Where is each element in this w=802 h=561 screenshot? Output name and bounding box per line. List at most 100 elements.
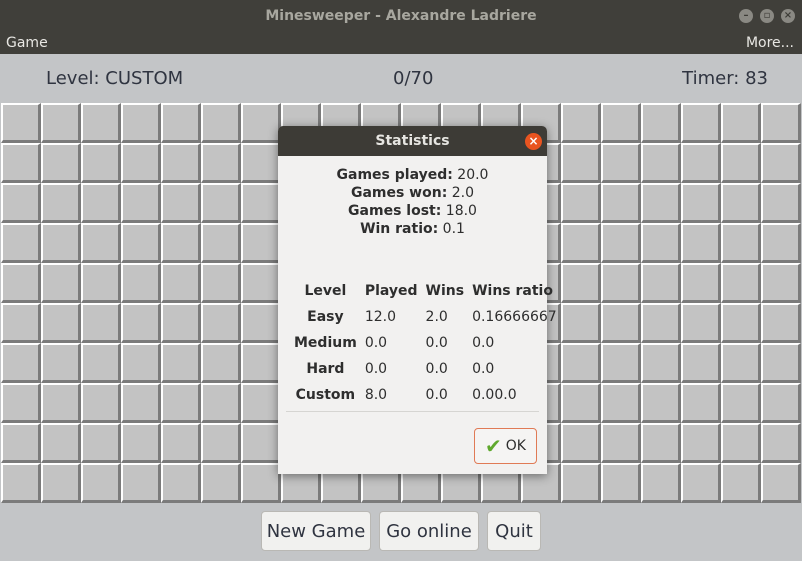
mine-cell[interactable] [721,263,761,303]
mine-cell[interactable] [1,183,41,223]
mine-cell[interactable] [41,423,81,463]
mine-cell[interactable] [601,263,641,303]
mine-cell[interactable] [41,183,81,223]
mine-cell[interactable] [561,303,601,343]
mine-cell[interactable] [161,303,201,343]
go-online-button[interactable]: Go online [379,511,479,551]
mine-cell[interactable] [761,223,801,263]
mine-cell[interactable] [41,103,81,143]
mine-cell[interactable] [561,463,601,503]
mine-cell[interactable] [41,223,81,263]
mine-cell[interactable] [641,463,681,503]
mine-cell[interactable] [81,383,121,423]
mine-cell[interactable] [81,223,121,263]
mine-cell[interactable] [601,303,641,343]
mine-cell[interactable] [201,103,241,143]
mine-cell[interactable] [121,463,161,503]
mine-cell[interactable] [681,343,721,383]
mine-cell[interactable] [1,143,41,183]
menu-more[interactable]: More... [746,32,794,54]
mine-cell[interactable] [161,103,201,143]
mine-cell[interactable] [121,103,161,143]
mine-cell[interactable] [721,343,761,383]
mine-cell[interactable] [1,263,41,303]
mine-cell[interactable] [681,463,721,503]
mine-cell[interactable] [681,303,721,343]
mine-cell[interactable] [761,383,801,423]
mine-cell[interactable] [641,303,681,343]
mine-cell[interactable] [81,263,121,303]
mine-cell[interactable] [601,423,641,463]
new-game-button[interactable]: New Game [261,511,371,551]
mine-cell[interactable] [641,223,681,263]
mine-cell[interactable] [241,343,281,383]
mine-cell[interactable] [1,423,41,463]
mine-cell[interactable] [641,343,681,383]
mine-cell[interactable] [641,143,681,183]
mine-cell[interactable] [121,183,161,223]
mine-cell[interactable] [41,343,81,383]
mine-cell[interactable] [41,263,81,303]
mine-cell[interactable] [241,103,281,143]
mine-cell[interactable] [761,343,801,383]
mine-cell[interactable] [561,423,601,463]
mine-cell[interactable] [121,223,161,263]
minimize-icon[interactable]: – [739,9,753,23]
mine-cell[interactable] [41,383,81,423]
mine-cell[interactable] [641,383,681,423]
mine-cell[interactable] [81,183,121,223]
menu-game[interactable]: Game [6,32,48,54]
mine-cell[interactable] [161,263,201,303]
mine-cell[interactable] [601,103,641,143]
mine-cell[interactable] [201,383,241,423]
mine-cell[interactable] [1,223,41,263]
mine-cell[interactable] [681,143,721,183]
mine-cell[interactable] [761,423,801,463]
mine-cell[interactable] [41,463,81,503]
mine-cell[interactable] [161,223,201,263]
mine-cell[interactable] [721,383,761,423]
mine-cell[interactable] [121,343,161,383]
mine-cell[interactable] [681,183,721,223]
mine-cell[interactable] [761,463,801,503]
mine-cell[interactable] [561,263,601,303]
mine-cell[interactable] [721,143,761,183]
mine-cell[interactable] [761,143,801,183]
mine-cell[interactable] [41,143,81,183]
quit-button[interactable]: Quit [487,511,541,551]
mine-cell[interactable] [161,183,201,223]
mine-cell[interactable] [561,223,601,263]
mine-cell[interactable] [201,463,241,503]
mine-cell[interactable] [81,103,121,143]
mine-cell[interactable] [161,343,201,383]
mine-cell[interactable] [121,423,161,463]
mine-cell[interactable] [241,263,281,303]
mine-cell[interactable] [721,103,761,143]
mine-cell[interactable] [1,103,41,143]
mine-cell[interactable] [201,263,241,303]
mine-cell[interactable] [641,183,681,223]
mine-cell[interactable] [201,143,241,183]
mine-cell[interactable] [721,303,761,343]
mine-cell[interactable] [681,263,721,303]
mine-cell[interactable] [241,183,281,223]
mine-cell[interactable] [1,343,41,383]
mine-cell[interactable] [241,463,281,503]
mine-cell[interactable] [561,183,601,223]
close-icon[interactable]: × [525,133,542,150]
mine-cell[interactable] [161,383,201,423]
mine-cell[interactable] [161,463,201,503]
mine-cell[interactable] [761,183,801,223]
mine-cell[interactable] [81,303,121,343]
mine-cell[interactable] [161,143,201,183]
mine-cell[interactable] [601,343,641,383]
mine-cell[interactable] [561,383,601,423]
mine-cell[interactable] [81,423,121,463]
mine-cell[interactable] [601,223,641,263]
mine-cell[interactable] [121,143,161,183]
mine-cell[interactable] [1,463,41,503]
mine-cell[interactable] [241,383,281,423]
ok-button[interactable]: ✔ OK [474,428,537,464]
mine-cell[interactable] [561,143,601,183]
mine-cell[interactable] [201,223,241,263]
